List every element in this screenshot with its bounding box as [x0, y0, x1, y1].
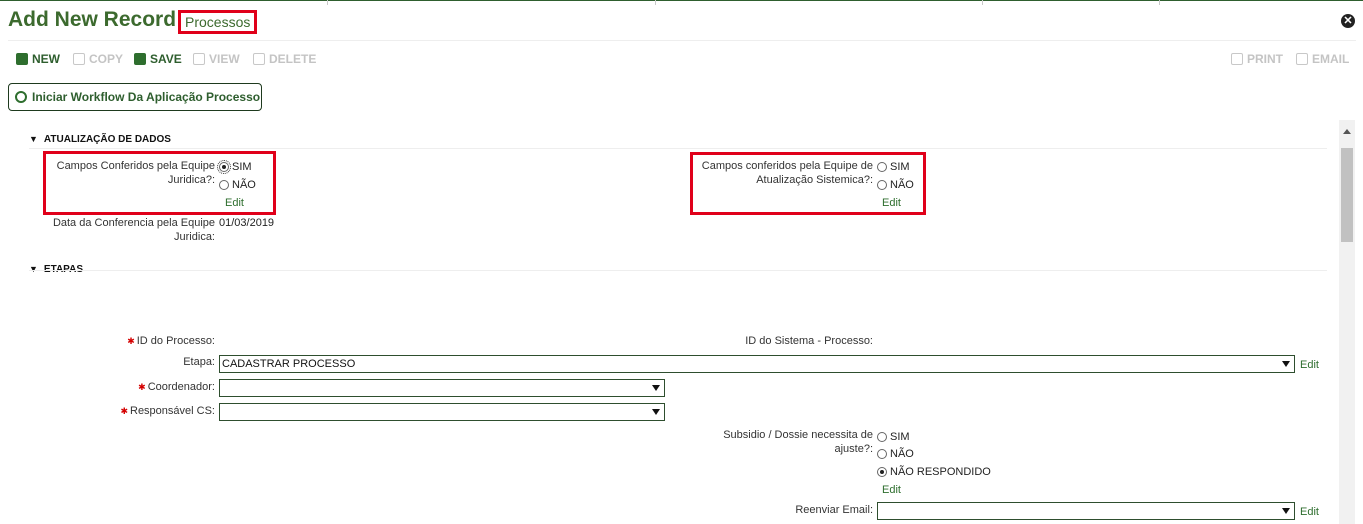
edit-link[interactable]: Edit [882, 197, 901, 209]
chevron-down-icon [1282, 508, 1290, 514]
gears-icon [15, 91, 27, 103]
coordenador-select[interactable] [219, 379, 665, 397]
radio-circle [877, 432, 887, 442]
radio-sistemica-sim[interactable]: SIM [877, 161, 910, 173]
radio-subsidio-nao[interactable]: NÃO [877, 448, 914, 460]
radio-selected [217, 160, 231, 174]
radio-selected [877, 467, 887, 477]
print-label: PRINT [1247, 52, 1283, 66]
radio-juridica-sim[interactable]: SIM [217, 160, 252, 174]
radio-juridica-nao[interactable]: NÃO [219, 179, 256, 191]
edit-link[interactable]: Edit [1300, 359, 1319, 371]
edit-link[interactable]: Edit [225, 197, 244, 209]
email-button[interactable]: EMAIL [1296, 52, 1349, 66]
envelope-icon [1296, 53, 1308, 65]
radio-sistemica-nao[interactable]: NÃO [877, 179, 914, 191]
etapa-select[interactable]: CADASTRAR PROCESSO [219, 355, 1295, 373]
close-icon[interactable]: ✕ [1341, 14, 1355, 28]
view-icon [193, 53, 205, 65]
responsavel-select[interactable] [219, 403, 665, 421]
radio-label: NÃO [232, 179, 256, 191]
save-button[interactable]: SAVE [134, 52, 182, 66]
print-button[interactable]: PRINT [1231, 52, 1283, 66]
save-label: SAVE [150, 52, 182, 66]
breadcrumb-label: Processos [185, 14, 251, 30]
subsidio-label: Subsidio / Dossie necessita de ajuste?: [723, 429, 873, 455]
radio-circle [877, 180, 887, 190]
radio-circle [877, 162, 887, 172]
scroll-up-icon[interactable] [1343, 129, 1351, 134]
chevron-down-icon [652, 385, 660, 391]
coordenador-label: ✱ Coordenador: [100, 380, 215, 394]
data-conferencia-value: 01/03/2019 [219, 217, 275, 229]
radio-subsidio-sim[interactable]: SIM [877, 431, 910, 443]
section-divider [29, 148, 1327, 149]
label-text: Responsável CS: [130, 405, 215, 417]
collapse-triangle-icon: ▼ [29, 264, 38, 274]
radio-circle [219, 180, 229, 190]
top-divider [655, 0, 656, 5]
reenviar-email-label: Reenviar Email: [795, 504, 873, 516]
page-title: Add New Record [8, 8, 177, 31]
id-sistema-label: ID do Sistema - Processo: [745, 335, 873, 347]
workflow-label: Iniciar Workflow Da Aplicação Processo [32, 90, 261, 104]
new-label: NEW [32, 52, 60, 66]
scrollbar-thumb[interactable] [1341, 148, 1353, 242]
required-asterisk: ✱ [138, 382, 146, 392]
new-button[interactable]: NEW [16, 52, 60, 66]
top-divider [1159, 0, 1160, 5]
printer-icon [1231, 53, 1243, 65]
radio-label: SIM [890, 431, 910, 443]
radio-label: NÃO [890, 448, 914, 460]
required-asterisk: ✱ [120, 406, 128, 416]
breadcrumb-processos[interactable]: Processos [178, 10, 258, 34]
radio-label: NÃO RESPONDIDO [890, 466, 991, 478]
delete-label: DELETE [269, 52, 317, 66]
label-text: ID do Processo: [136, 335, 215, 347]
select-value: CADASTRAR PROCESSO [222, 358, 356, 370]
radio-label: SIM [232, 161, 252, 173]
section-title: ATUALIZAÇÃO DE DADOS [43, 134, 171, 145]
header-divider [8, 40, 1356, 41]
view-button[interactable]: VIEW [193, 52, 240, 66]
radio-circle [877, 449, 887, 459]
reenviar-email-select[interactable] [877, 502, 1295, 520]
section-atualizacao-toggle[interactable]: ▼ ATUALIZAÇÃO DE DADOS [29, 134, 171, 145]
vertical-scrollbar[interactable] [1339, 120, 1355, 524]
edit-link[interactable]: Edit [1300, 506, 1319, 518]
view-label: VIEW [209, 52, 240, 66]
radio-subsidio-nao-respondido[interactable]: NÃO RESPONDIDO [877, 466, 991, 478]
chevron-down-icon [1282, 361, 1290, 367]
save-icon [134, 53, 146, 65]
top-divider [327, 0, 328, 5]
campos-sistemica-label: Campos conferidos pela Equipe de Atualiz… [701, 160, 873, 186]
start-workflow-button[interactable]: Iniciar Workflow Da Aplicação Processo [8, 83, 262, 111]
section-divider [29, 270, 1327, 271]
email-label: EMAIL [1312, 52, 1350, 66]
collapse-triangle-icon: ▼ [29, 134, 38, 144]
edit-link[interactable]: Edit [882, 484, 901, 496]
copy-button[interactable]: COPY [73, 52, 123, 66]
etapa-label: Etapa: [183, 356, 215, 368]
label-text: Coordenador: [147, 381, 215, 393]
id-processo-label: ✱ ID do Processo: [100, 334, 215, 348]
top-divider [982, 0, 983, 5]
required-asterisk: ✱ [127, 336, 135, 346]
radio-label: NÃO [890, 179, 914, 191]
copy-label: COPY [89, 52, 124, 66]
trash-icon [253, 53, 265, 65]
responsavel-label: ✱ Responsável CS: [100, 404, 215, 418]
new-icon [16, 53, 28, 65]
copy-icon [73, 53, 85, 65]
data-conferencia-label: Data da Conferencia pela Equipe Juridica… [52, 217, 215, 243]
radio-label: SIM [890, 161, 910, 173]
chevron-down-icon [652, 409, 660, 415]
delete-button[interactable]: DELETE [253, 52, 316, 66]
campos-juridica-label: Campos Conferidos pela Equipe Juridica?: [56, 160, 215, 186]
